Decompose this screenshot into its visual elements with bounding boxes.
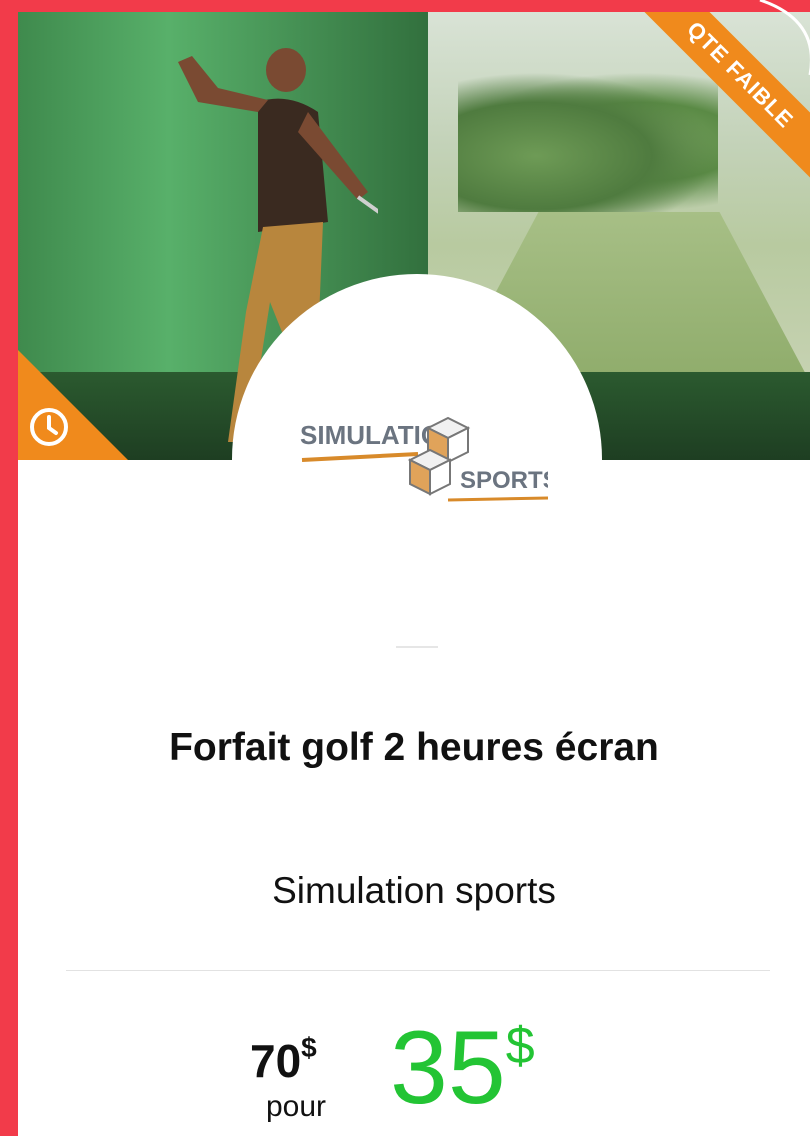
sale-price-value: 35: [390, 1010, 506, 1126]
divider-short: [396, 646, 438, 648]
sale-price: 35$: [390, 1016, 535, 1120]
merchant-name: Simulation sports: [272, 870, 556, 911]
trees: [458, 72, 718, 212]
merchant-logo: SIMULATION SPORTS: [300, 416, 548, 502]
deal-card[interactable]: QTE FAIBLE SIMULATION SPORTS Forfait gol…: [18, 12, 810, 1136]
logo-line2: SPORTS: [460, 467, 548, 494]
original-price: 70$: [250, 1032, 317, 1088]
clock-icon: [30, 408, 68, 446]
divider: [66, 970, 770, 971]
pour-label: pour: [266, 1090, 327, 1123]
original-price-value: 70: [250, 1035, 302, 1087]
sale-price-currency: $: [505, 1017, 535, 1075]
original-price-currency: $: [301, 1032, 317, 1063]
decorative-arc: [759, 0, 810, 75]
deal-title[interactable]: Forfait golf 2 heures écran: [18, 726, 810, 770]
